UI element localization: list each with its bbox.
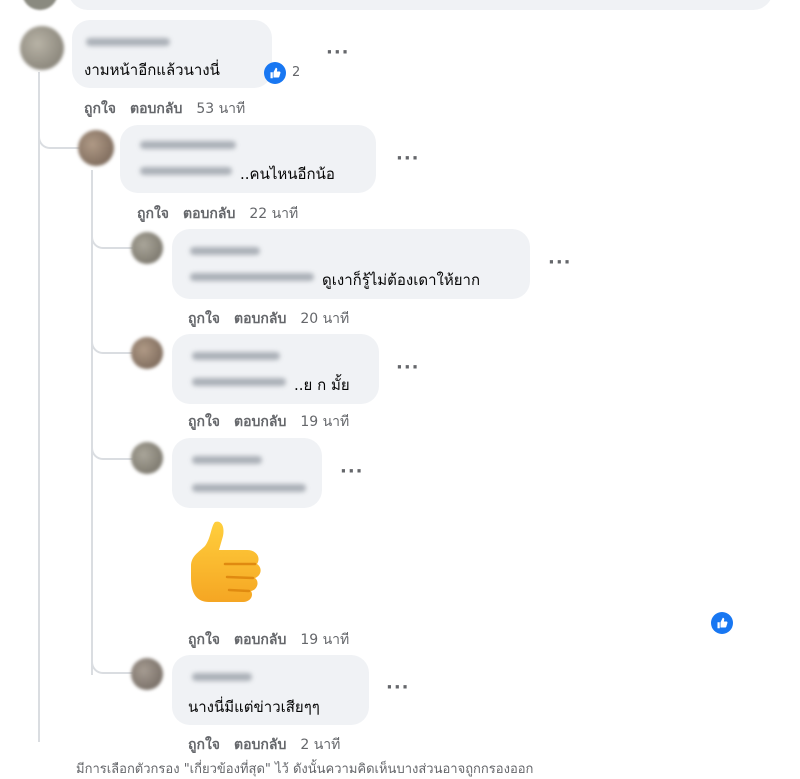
comment-actions: ถูกใจ ตอบกลับ 19 นาที (188, 411, 363, 433)
thread-curve-4 (91, 436, 133, 460)
comment-actions: ถูกใจ ตอบกลับ 20 นาที (188, 308, 363, 330)
reply-button[interactable]: ตอบกลับ (234, 414, 286, 430)
reply-button[interactable]: ตอบกลับ (183, 206, 235, 222)
comment-bubble: ..คนไหนอีกน้อ (120, 125, 376, 193)
like-button[interactable]: ถูกใจ (84, 101, 116, 117)
comment-bubble: นางนี่มีแต่ข่าวเสียๆๆ (172, 655, 369, 725)
more-options-button[interactable]: ··· (396, 357, 420, 378)
reply-button[interactable]: ตอบกลับ (234, 311, 286, 327)
comment-bubble: ..ย ก มั้ย (172, 334, 379, 404)
comment-actions: ถูกใจ ตอบกลับ 53 นาที (84, 98, 259, 120)
mention-tag[interactable] (140, 167, 232, 175)
thread-line-main (38, 72, 40, 742)
thread-curve-5 (91, 650, 133, 674)
like-reaction-icon[interactable] (264, 62, 286, 84)
like-button[interactable]: ถูกใจ (188, 737, 220, 753)
reply-button[interactable]: ตอบกลับ (130, 101, 182, 117)
author-name[interactable] (192, 673, 252, 681)
comment-time[interactable]: 53 นาที (196, 101, 245, 117)
like-button[interactable]: ถูกใจ (188, 632, 220, 648)
author-name[interactable] (192, 352, 280, 360)
avatar[interactable] (131, 442, 163, 474)
author-name[interactable] (140, 141, 236, 149)
comment-bubble: งามหน้าอีกแล้วนางนี่ (72, 20, 272, 88)
more-options-button[interactable]: ··· (340, 461, 364, 482)
like-button[interactable]: ถูกใจ (188, 311, 220, 327)
thread-curve-3 (91, 330, 133, 354)
thumbs-up-sticker[interactable] (185, 518, 267, 610)
top-avatar (22, 0, 58, 10)
comment-text: ..คนไหนอีกน้อ (240, 165, 335, 183)
thread-curve-2 (91, 225, 133, 249)
top-comment-box[interactable] (68, 0, 773, 10)
comment-actions: ถูกใจ ตอบกลับ 19 นาที (188, 629, 363, 651)
thread-line-nested (91, 170, 93, 675)
comment-text: ..ย ก มั้ย (294, 376, 350, 394)
author-name[interactable] (86, 38, 170, 46)
comment-text: งามหน้าอีกแล้วนางนี่ (84, 61, 220, 79)
more-options-button[interactable]: ··· (386, 677, 410, 698)
more-options-button[interactable]: ··· (396, 148, 420, 169)
avatar[interactable] (78, 130, 114, 166)
thread-curve-1 (38, 125, 80, 149)
author-name[interactable] (190, 247, 260, 255)
comment-time[interactable]: 22 นาที (249, 206, 298, 222)
avatar[interactable] (131, 658, 163, 690)
comment-time[interactable]: 20 นาที (300, 311, 349, 327)
avatar[interactable] (131, 337, 163, 369)
comment-bubble (172, 438, 322, 508)
like-button[interactable]: ถูกใจ (188, 414, 220, 430)
author-name[interactable] (192, 456, 262, 464)
comment-bubble: ดูเงาก็รู้ไม่ต้องเดาให้ยาก (172, 229, 530, 299)
comment-time[interactable]: 2 นาที (300, 737, 340, 753)
more-options-button[interactable]: ··· (326, 42, 350, 63)
comment-actions: ถูกใจ ตอบกลับ 22 นาที (137, 203, 312, 225)
mention-tag[interactable] (192, 378, 286, 386)
comment-time[interactable]: 19 นาที (300, 414, 349, 430)
comment-text: ดูเงาก็รู้ไม่ต้องเดาให้ยาก (322, 271, 481, 289)
reply-button[interactable]: ตอบกลับ (234, 632, 286, 648)
comment-actions: ถูกใจ ตอบกลับ 2 นาที (188, 734, 354, 756)
avatar[interactable] (131, 232, 163, 264)
like-reaction-icon[interactable] (711, 612, 733, 634)
avatar[interactable] (20, 26, 64, 70)
reaction-count[interactable]: 2 (292, 65, 300, 80)
comment-text: นางนี่มีแต่ข่าวเสียๆๆ (188, 698, 320, 716)
mention-tag[interactable] (190, 273, 314, 281)
reply-button[interactable]: ตอบกลับ (234, 737, 286, 753)
mention-tag[interactable] (192, 484, 306, 492)
more-options-button[interactable]: ··· (548, 252, 572, 273)
like-button[interactable]: ถูกใจ (137, 206, 169, 222)
comment-time[interactable]: 19 นาที (300, 632, 349, 648)
